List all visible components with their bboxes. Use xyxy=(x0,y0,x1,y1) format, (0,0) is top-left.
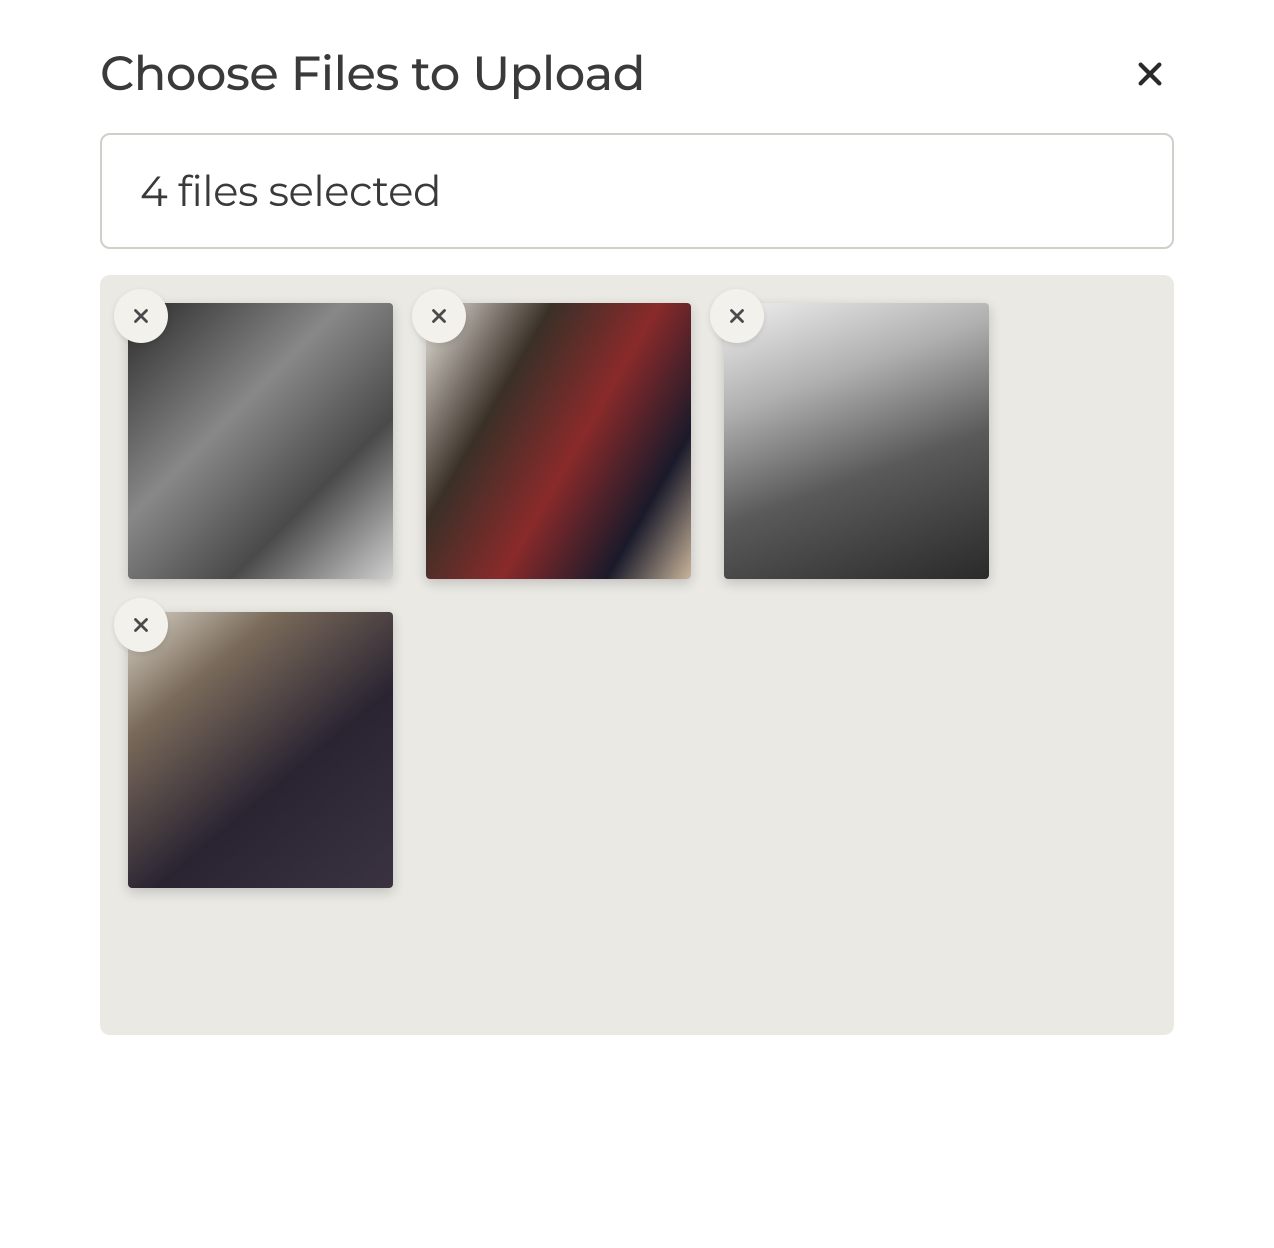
thumbnail-item xyxy=(426,303,691,579)
thumbnail-image xyxy=(724,303,989,579)
remove-icon xyxy=(428,305,450,327)
upload-dialog: Choose Files to Upload 4 files selected xyxy=(100,45,1174,1035)
thumbnail-image xyxy=(426,303,691,579)
file-select-input[interactable]: 4 files selected xyxy=(100,133,1174,249)
file-select-status: 4 files selected xyxy=(140,165,441,217)
thumbnail-image xyxy=(128,612,393,888)
remove-thumbnail-button[interactable] xyxy=(412,289,466,343)
remove-icon xyxy=(726,305,748,327)
dialog-header: Choose Files to Upload xyxy=(100,45,1174,103)
close-icon xyxy=(1134,58,1166,90)
remove-thumbnail-button[interactable] xyxy=(710,289,764,343)
thumbnail-grid xyxy=(100,275,1174,1035)
dialog-title: Choose Files to Upload xyxy=(100,45,645,103)
thumbnail-item xyxy=(128,612,393,888)
thumbnail-item xyxy=(128,303,393,579)
close-button[interactable] xyxy=(1126,50,1174,98)
remove-icon xyxy=(130,614,152,636)
remove-icon xyxy=(130,305,152,327)
thumbnail-image xyxy=(128,303,393,579)
remove-thumbnail-button[interactable] xyxy=(114,289,168,343)
remove-thumbnail-button[interactable] xyxy=(114,598,168,652)
thumbnail-item xyxy=(724,303,989,579)
